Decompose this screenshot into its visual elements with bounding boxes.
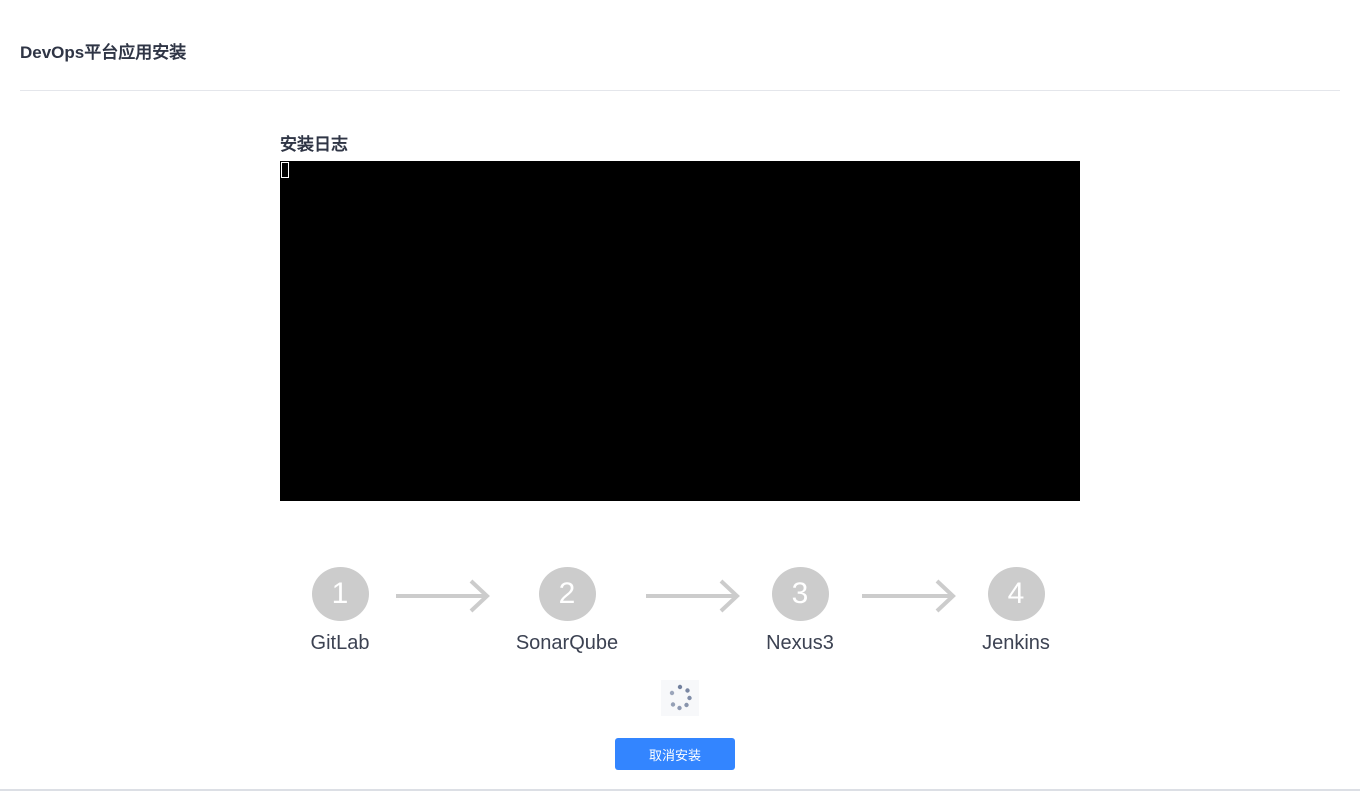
step-label: SonarQube <box>515 632 619 654</box>
header-divider <box>20 90 1340 91</box>
loading-spinner-icon <box>661 680 699 716</box>
arrow-right-icon <box>862 579 956 613</box>
step-number-badge: 4 <box>987 567 1045 621</box>
arrow-right-icon <box>396 579 490 613</box>
step-number-badge: 1 <box>311 567 369 621</box>
step-number-badge: 3 <box>771 567 829 621</box>
arrow-right-icon <box>646 579 740 613</box>
step-label: GitLab <box>310 632 370 654</box>
step-nexus3: 3 Nexus3 <box>730 567 870 655</box>
step-number-badge: 2 <box>538 567 596 621</box>
step-jenkins: 4 Jenkins <box>946 567 1086 655</box>
install-log-terminal[interactable] <box>280 161 1080 501</box>
install-page: DevOps平台应用安装 安装日志 1 GitLab 2 SonarQube 3… <box>0 0 1360 791</box>
log-section-title: 安装日志 <box>280 135 348 154</box>
cancel-install-button[interactable]: 取消安装 <box>615 738 735 770</box>
page-title: DevOps平台应用安装 <box>20 43 187 62</box>
terminal-cursor <box>281 162 289 178</box>
step-sonarqube: 2 SonarQube <box>497 567 637 655</box>
step-label: Nexus3 <box>766 632 834 654</box>
step-label: Jenkins <box>982 632 1050 654</box>
step-gitlab: 1 GitLab <box>270 567 410 655</box>
